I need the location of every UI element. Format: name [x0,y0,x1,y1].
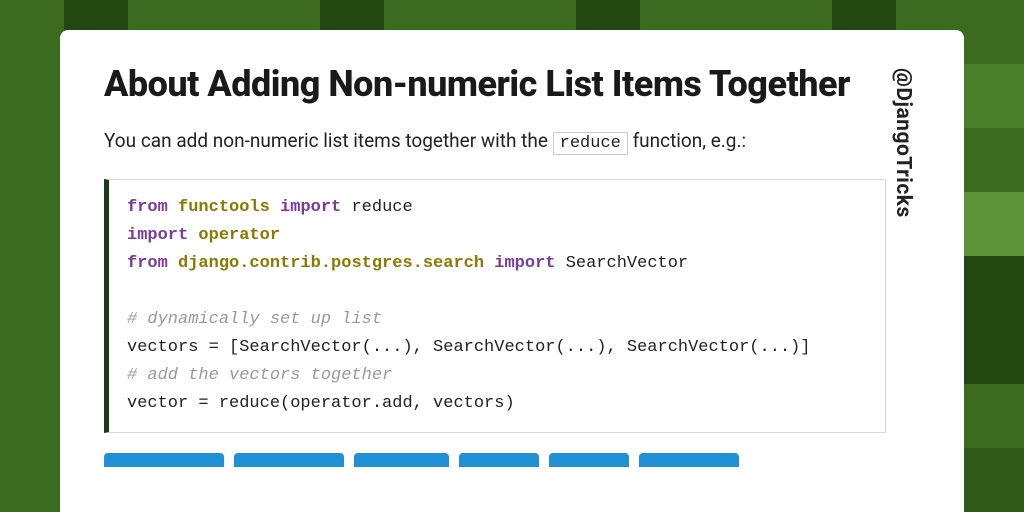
page-title: About Adding Non-numeric List Items Toge… [104,64,886,105]
tag-pill[interactable] [234,453,344,467]
code-line: vector = reduce(operator.add, vectors) [127,394,515,413]
keyword-from: from [127,198,168,217]
keyword-from: from [127,254,168,273]
tag-pill[interactable] [639,453,739,467]
sidebar: @DjangoTricks [886,64,920,512]
content-card: About Adding Non-numeric List Items Toge… [60,30,964,512]
comment-line: # add the vectors together [127,366,392,385]
module-django-search: django.contrib.postgres.search [178,254,484,273]
tag-pill[interactable] [354,453,449,467]
inline-code-reduce: reduce [553,132,628,155]
intro-paragraph: You can add non-numeric list items toget… [104,127,886,157]
author-handle[interactable]: @DjangoTricks [891,68,915,218]
code-text: reduce [341,198,412,217]
tag-row [104,453,886,467]
tag-pill[interactable] [104,453,224,467]
comment-line: # dynamically set up list [127,310,382,329]
code-line: vectors = [SearchVector(...), SearchVect… [127,338,811,357]
tag-pill[interactable] [549,453,629,467]
code-text: SearchVector [556,254,689,273]
intro-text-pre: You can add non-numeric list items toget… [104,129,553,152]
keyword-import: import [127,226,188,245]
keyword-import: import [280,198,341,217]
intro-text-post: function, e.g.: [628,129,746,152]
module-operator: operator [198,226,280,245]
module-functools: functools [178,198,270,217]
keyword-import: import [494,254,555,273]
main-content: About Adding Non-numeric List Items Toge… [104,64,886,512]
code-block: from functools import reduce import oper… [104,179,886,433]
tag-pill[interactable] [459,453,539,467]
